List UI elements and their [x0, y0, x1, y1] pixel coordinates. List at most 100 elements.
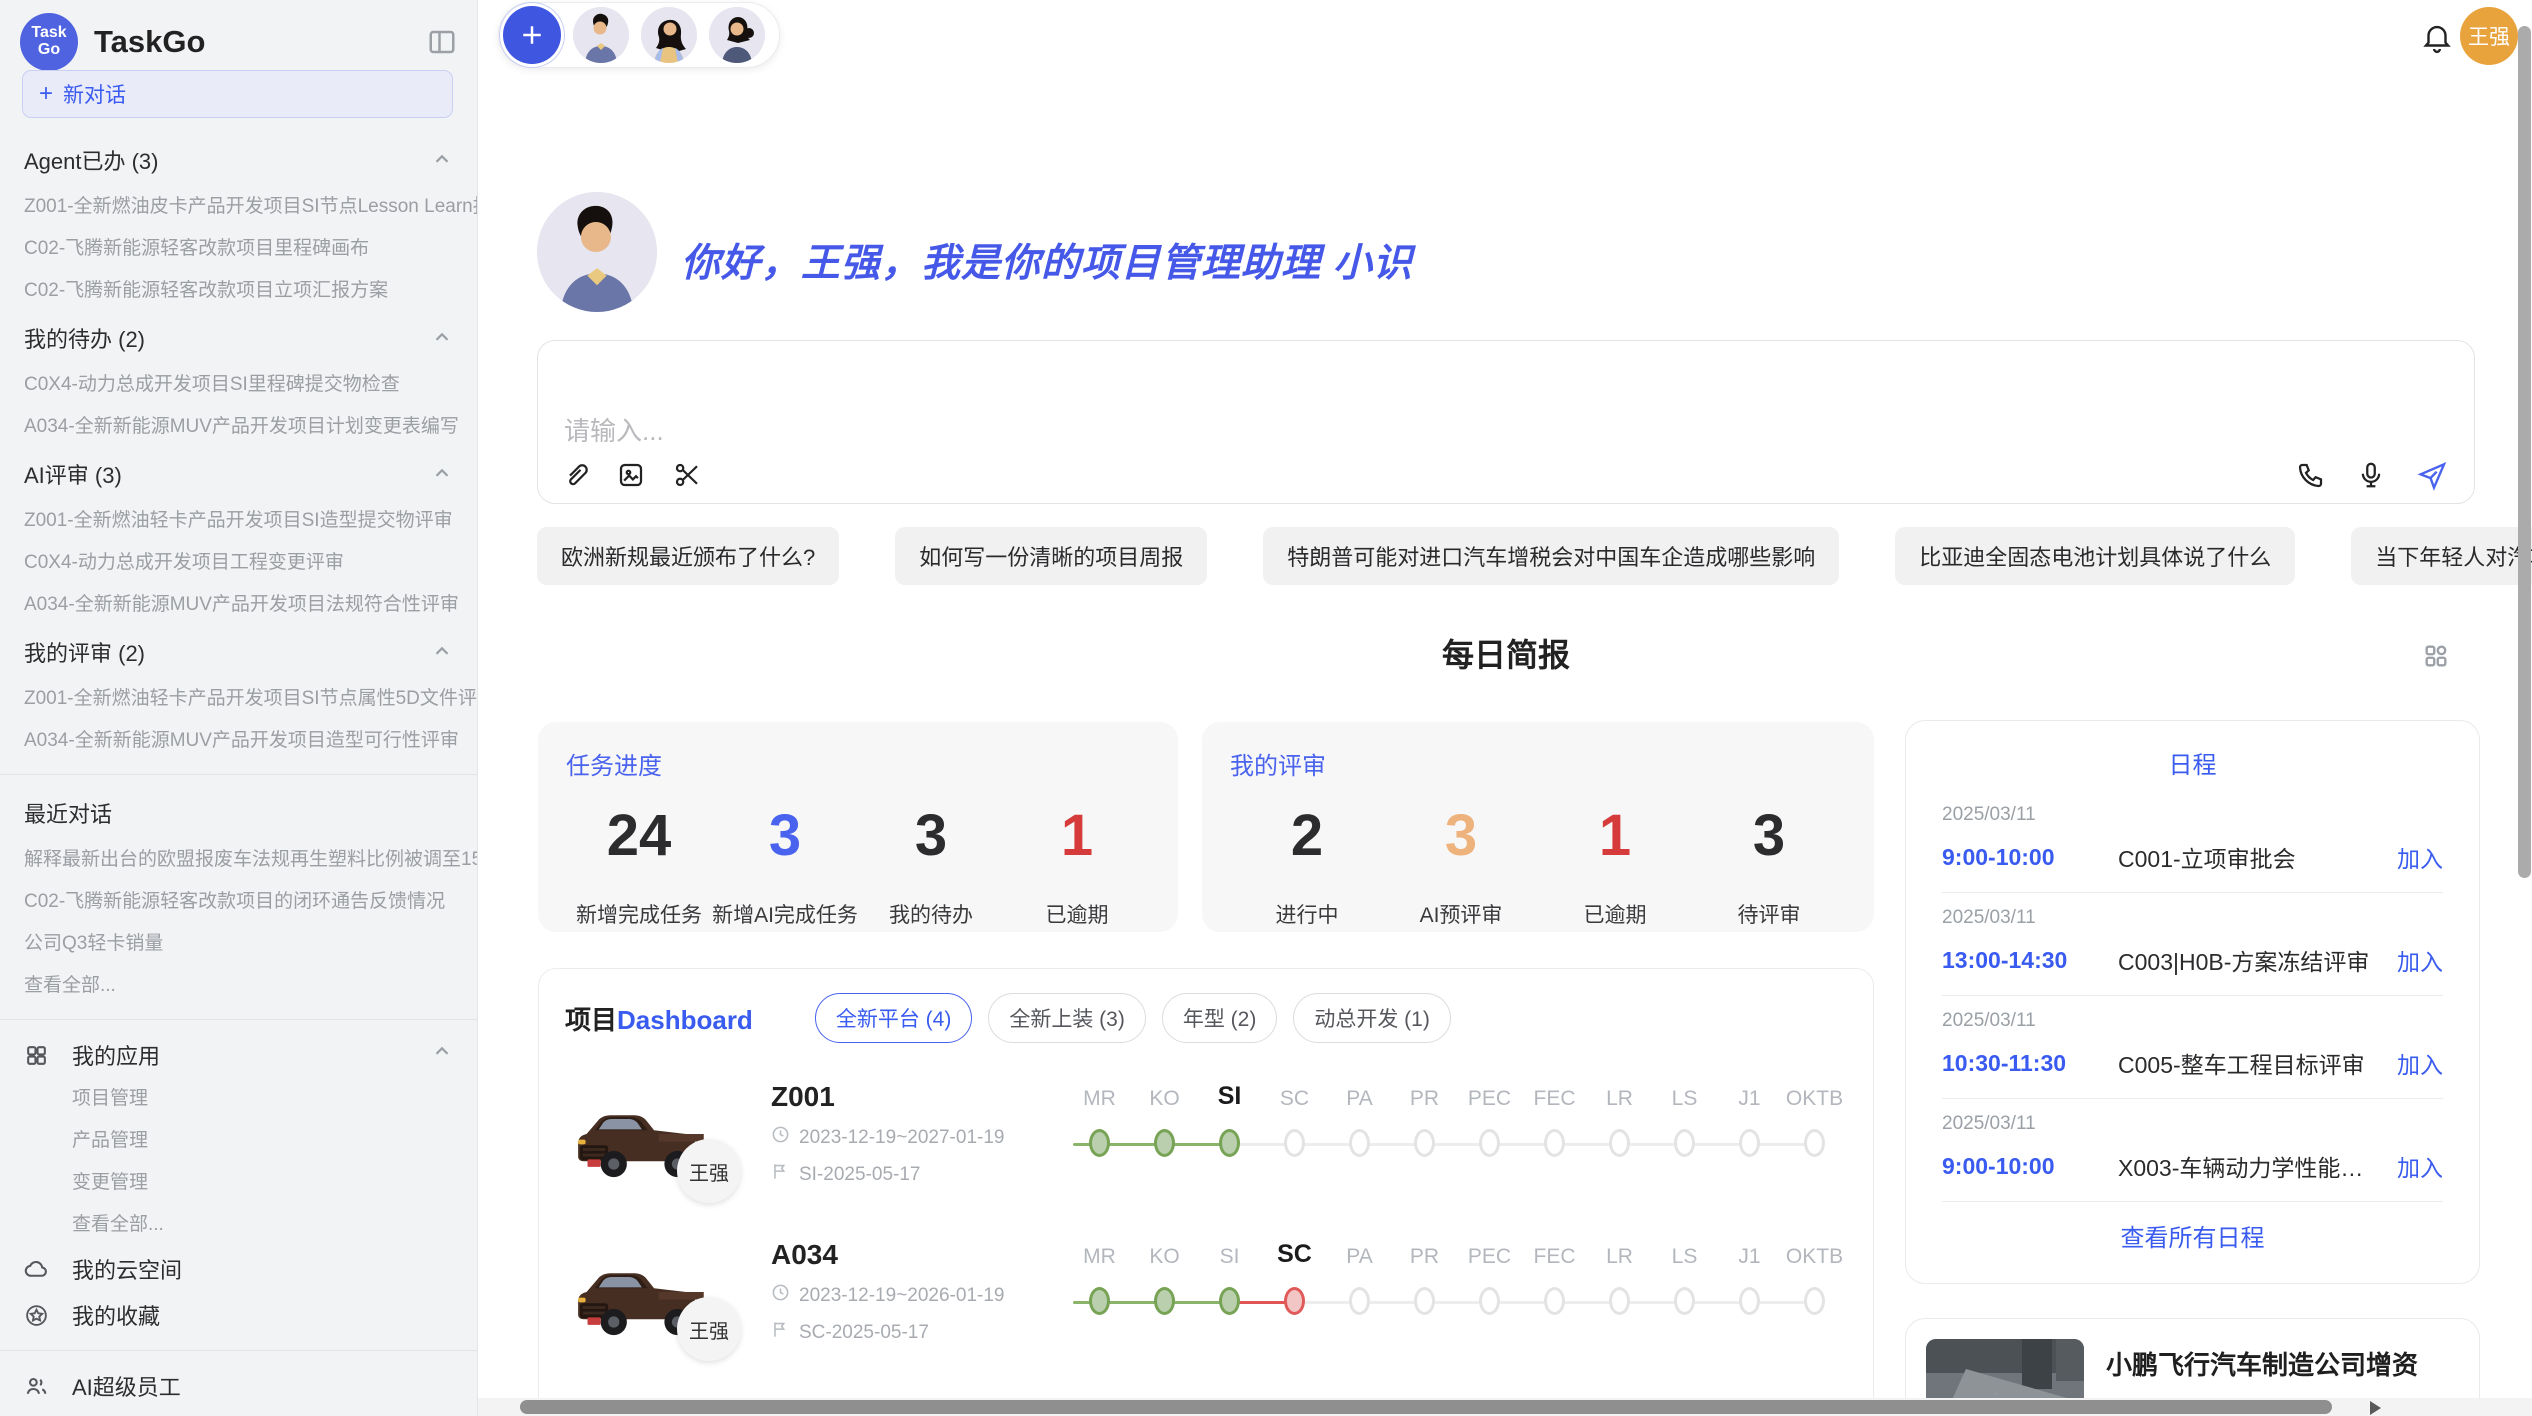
- sidebar-section-header[interactable]: 我的评审 (2): [0, 626, 477, 678]
- sidebar-section-header[interactable]: Agent已办 (3): [0, 134, 477, 186]
- app-logo: Task Go: [20, 13, 78, 71]
- sidebar-item-help-write[interactable]: 帮我写作: [0, 1409, 477, 1416]
- milestone-node[interactable]: [1609, 1129, 1630, 1157]
- scroll-right-indicator[interactable]: [2370, 1401, 2381, 1415]
- milestone-node[interactable]: [1674, 1287, 1695, 1315]
- event-line: 9:00-10:00X003-车辆动力学性能验...加入: [1942, 1149, 2443, 1183]
- sidebar-item-ai-super-staff[interactable]: AI超级员工: [0, 1363, 477, 1409]
- sidebar-collapse-icon[interactable]: [427, 27, 457, 57]
- milestone-node[interactable]: [1089, 1287, 1110, 1315]
- milestone-node[interactable]: [1804, 1287, 1825, 1315]
- app-sub-item[interactable]: 产品管理: [0, 1120, 477, 1162]
- milestone-node[interactable]: [1609, 1287, 1630, 1315]
- milestone-label: SI: [1218, 1079, 1242, 1121]
- dashboard-tab[interactable]: 全新平台 (4): [815, 993, 973, 1043]
- section-title: Agent已办 (3): [24, 144, 159, 176]
- suggestion-chip[interactable]: 比亚迪全固态电池计划具体说了什么: [1895, 527, 2295, 585]
- sidebar-task-item[interactable]: Z001-全新燃油轻卡产品开发项目SI造型提交物评审: [0, 500, 477, 542]
- chevron-up-icon[interactable]: [431, 149, 453, 171]
- chevron-up-icon[interactable]: [431, 327, 453, 349]
- milestone-node[interactable]: [1739, 1129, 1760, 1157]
- voice-call-icon[interactable]: [2296, 460, 2326, 490]
- recent-chat-item[interactable]: C02-飞腾新能源轻客改款项目的闭环通告反馈情况: [0, 881, 477, 923]
- milestone-node[interactable]: [1479, 1129, 1500, 1157]
- recent-chats-header[interactable]: 最近对话: [0, 787, 477, 839]
- sidebar-task-item[interactable]: Z001-全新燃油皮卡产品开发项目SI节点Lesson Learn报告: [0, 186, 477, 228]
- milestone-node[interactable]: [1414, 1287, 1435, 1315]
- sidebar-task-item[interactable]: A034-全新新能源MUV产品开发项目造型可行性评审: [0, 720, 477, 762]
- sidebar-task-item[interactable]: Z001-全新燃油轻卡产品开发项目SI节点属性5D文件评审: [0, 678, 477, 720]
- join-link[interactable]: 加入: [2397, 1149, 2443, 1183]
- milestone-node[interactable]: [1674, 1129, 1695, 1157]
- suggestion-chip[interactable]: 欧洲新规最近颁布了什么?: [537, 527, 839, 585]
- microphone-icon[interactable]: [2356, 460, 2386, 490]
- recent-chat-item[interactable]: 解释最新出台的欧盟报废车法规再生塑料比例被调至15%...: [0, 839, 477, 881]
- milestone-node[interactable]: [1219, 1129, 1240, 1157]
- vertical-scrollbar[interactable]: [2518, 26, 2531, 878]
- milestone-node[interactable]: [1154, 1287, 1175, 1315]
- project-owner-avatar[interactable]: 王强: [677, 1139, 741, 1203]
- join-link[interactable]: 加入: [2397, 840, 2443, 874]
- horizontal-scrollbar-thumb[interactable]: [520, 1400, 2332, 1414]
- milestone-node[interactable]: [1544, 1129, 1565, 1157]
- dashboard-tabs: 全新平台 (4) 全新上装 (3) 年型 (2) 动总开发 (1): [815, 993, 1451, 1043]
- milestone-node[interactable]: [1284, 1129, 1305, 1157]
- milestone-node[interactable]: [1089, 1129, 1110, 1157]
- app-sub-item[interactable]: 项目管理: [0, 1078, 477, 1120]
- join-link[interactable]: 加入: [2397, 1046, 2443, 1080]
- milestone-node[interactable]: [1349, 1129, 1370, 1157]
- recent-chat-item[interactable]: 查看全部...: [0, 965, 477, 1007]
- project-row[interactable]: 王强A0342023-12-19~2026-01-19SC-2025-05-17…: [539, 1217, 1873, 1367]
- image-upload-icon[interactable]: [616, 460, 646, 490]
- sidebar-task-item[interactable]: C0X4-动力总成开发项目工程变更评审: [0, 542, 477, 584]
- project-row[interactable]: 王强Z0012023-12-19~2027-01-19SI-2025-05-17…: [539, 1059, 1873, 1209]
- sidebar-item-favorites[interactable]: 我的收藏: [0, 1292, 477, 1338]
- milestone-node[interactable]: [1739, 1287, 1760, 1315]
- milestone-node[interactable]: [1154, 1129, 1175, 1157]
- sidebar-task-item[interactable]: A034-全新新能源MUV产品开发项目计划变更表编写: [0, 406, 477, 448]
- milestone-node[interactable]: [1349, 1287, 1370, 1315]
- suggestion-chip[interactable]: 特朗普可能对进口汽车增税会对中国车企造成哪些影响: [1263, 527, 1839, 585]
- sidebar-section-header[interactable]: 我的待办 (2): [0, 312, 477, 364]
- sidebar-item-my-apps[interactable]: 我的应用: [0, 1032, 477, 1078]
- milestone-node[interactable]: [1479, 1287, 1500, 1315]
- join-link[interactable]: 加入: [2397, 943, 2443, 977]
- milestone-node[interactable]: [1284, 1287, 1305, 1315]
- recent-chat-item[interactable]: 公司Q3轻卡销量: [0, 923, 477, 965]
- sidebar-section-header[interactable]: AI评审 (3): [0, 448, 477, 500]
- chevron-up-icon[interactable]: [431, 1041, 453, 1069]
- view-all-schedule-link[interactable]: 查看所有日程: [1942, 1201, 2443, 1269]
- agent-avatar-2[interactable]: [641, 7, 697, 63]
- new-session-button[interactable]: [503, 6, 561, 64]
- agent-avatar-3[interactable]: [709, 7, 765, 63]
- milestone-node[interactable]: [1414, 1129, 1435, 1157]
- sidebar-task-item[interactable]: C02-飞腾新能源轻客改款项目里程碑画布: [0, 228, 477, 270]
- milestone-node[interactable]: [1544, 1287, 1565, 1315]
- sidebar-item-cloud-space[interactable]: 我的云空间: [0, 1246, 477, 1292]
- scissors-icon[interactable]: [672, 460, 702, 490]
- app-sub-item[interactable]: 查看全部...: [0, 1204, 477, 1246]
- attachment-icon[interactable]: [560, 460, 590, 490]
- app-sub-item[interactable]: 变更管理: [0, 1162, 477, 1204]
- suggestion-chip[interactable]: 如何写一份清晰的项目周报: [895, 527, 1207, 585]
- suggestion-chip[interactable]: 当下年轻人对汽车外观有怎样的喜好趋势: [2351, 527, 2532, 585]
- sidebar-task-item[interactable]: C02-飞腾新能源轻客改款项目立项汇报方案: [0, 270, 477, 312]
- dashboard-tab[interactable]: 全新上装 (3): [988, 993, 1146, 1043]
- user-avatar[interactable]: 王强: [2460, 7, 2518, 65]
- dashboard-tab[interactable]: 年型 (2): [1162, 993, 1278, 1043]
- milestone-node[interactable]: [1219, 1287, 1240, 1315]
- new-chat-button[interactable]: + 新对话: [22, 70, 453, 118]
- sidebar-task-item[interactable]: C0X4-动力总成开发项目SI里程碑提交物检查: [0, 364, 477, 406]
- chevron-up-icon[interactable]: [431, 641, 453, 663]
- daily-brief-title: 每日简报: [537, 630, 2475, 676]
- milestone-node[interactable]: [1804, 1129, 1825, 1157]
- notifications-bell-icon[interactable]: [2420, 20, 2454, 59]
- project-owner-avatar[interactable]: 王强: [677, 1297, 741, 1361]
- agent-avatar-1[interactable]: [573, 7, 629, 63]
- sidebar-task-item[interactable]: A034-全新新能源MUV产品开发项目法规符合性评审: [0, 584, 477, 626]
- chevron-up-icon[interactable]: [431, 463, 453, 485]
- dashboard-tab[interactable]: 动总开发 (1): [1293, 993, 1451, 1043]
- logo-line2: Go: [38, 42, 60, 59]
- send-icon[interactable]: [2416, 459, 2448, 491]
- layout-grid-icon[interactable]: [2422, 642, 2450, 675]
